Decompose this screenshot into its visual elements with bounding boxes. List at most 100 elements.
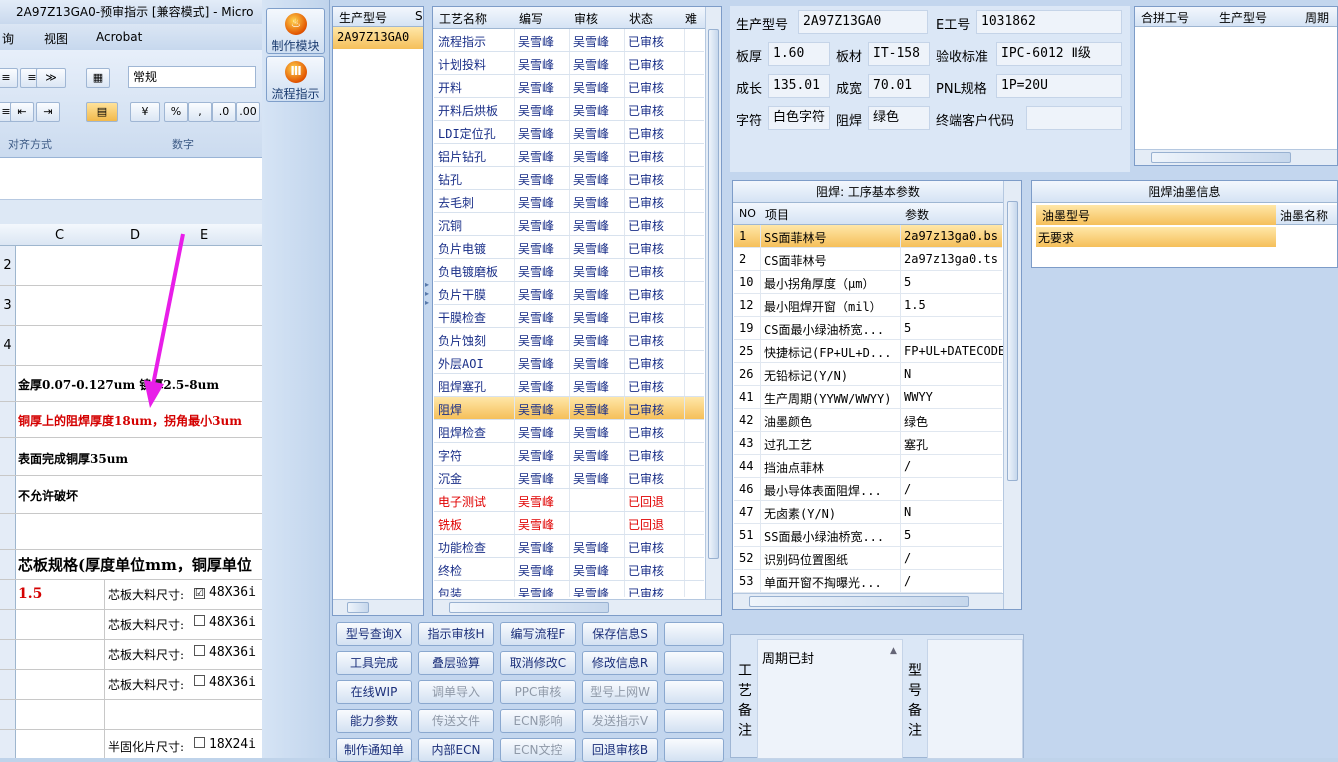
process-row[interactable]: 负片蚀刻 吴雪峰 吴雪峰 已审核 [434, 328, 704, 351]
action-button[interactable]: ECN文控 [500, 738, 576, 762]
header-difficulty[interactable]: 难 [685, 10, 697, 27]
model-list-item[interactable]: 2A97Z13GA0 [333, 27, 423, 49]
scroll-thumb[interactable] [449, 602, 609, 613]
action-button[interactable] [664, 738, 724, 762]
action-button[interactable] [664, 651, 724, 675]
header-combined-cycle[interactable]: 周期 [1305, 9, 1329, 26]
action-button[interactable]: 在线WIP [336, 680, 412, 704]
field-length[interactable]: 135.01 [768, 74, 830, 98]
param-row[interactable]: 41 生产周期(YYWW/WWYY) WWYY [734, 386, 1002, 409]
process-row[interactable]: 去毛刺 吴雪峰 吴雪峰 已审核 [434, 190, 704, 213]
params-hscrollbar[interactable] [733, 593, 1003, 609]
param-row[interactable]: 46 最小导体表面阻焊... / [734, 478, 1002, 501]
field-material[interactable]: IT-158 [868, 42, 930, 66]
action-button[interactable]: 能力参数 [336, 709, 412, 733]
ink-row[interactable]: 无要求 [1036, 227, 1276, 247]
scroll-thumb[interactable] [1007, 201, 1018, 481]
action-button[interactable]: 型号上网W [582, 680, 658, 704]
process-row[interactable]: 干膜检查 吴雪峰 吴雪峰 已审核 [434, 305, 704, 328]
process-guide-button[interactable]: Ⅲ 流程指示 [266, 56, 325, 102]
action-button[interactable]: 修改信息R [582, 651, 658, 675]
action-button[interactable] [664, 709, 724, 733]
field-e-no[interactable]: 1031862 [976, 10, 1122, 34]
process-row[interactable]: 开料 吴雪峰 吴雪峰 已审核 [434, 75, 704, 98]
action-button[interactable]: 保存信息S [582, 622, 658, 646]
param-row[interactable]: 10 最小拐角厚度（μm） 5 [734, 271, 1002, 294]
header-param[interactable]: 参数 [905, 206, 929, 223]
process-row[interactable]: 包装 吴雪峰 吴雪峰 已审核 [434, 581, 704, 597]
param-row[interactable]: 47 无卤素(Y/N) N [734, 501, 1002, 524]
process-row[interactable]: 铣板 吴雪峰 已回退 [434, 512, 704, 535]
process-grid-vscrollbar[interactable] [705, 7, 721, 599]
process-row[interactable]: 铝片钻孔 吴雪峰 吴雪峰 已审核 [434, 144, 704, 167]
param-row[interactable]: 2 CS面菲林号 2a97z13ga0.ts [734, 248, 1002, 271]
action-button[interactable]: 工具完成 [336, 651, 412, 675]
process-row[interactable]: 阻焊检查 吴雪峰 吴雪峰 已审核 [434, 420, 704, 443]
header-combined-model[interactable]: 生产型号 [1219, 9, 1267, 26]
action-button[interactable]: 回退审核B [582, 738, 658, 762]
action-button[interactable]: 发送指示V [582, 709, 658, 733]
action-button[interactable]: 调单导入 [418, 680, 494, 704]
process-row[interactable]: 功能检查 吴雪峰 吴雪峰 已审核 [434, 535, 704, 558]
param-row[interactable]: 44 挡油点菲林 / [734, 455, 1002, 478]
header-reviewer[interactable]: 审核 [574, 10, 598, 27]
process-grid-hscrollbar[interactable] [433, 599, 721, 615]
process-row[interactable]: 钻孔 吴雪峰 吴雪峰 已审核 [434, 167, 704, 190]
process-row[interactable]: 阻焊塞孔 吴雪峰 吴雪峰 已审核 [434, 374, 704, 397]
param-row[interactable]: 43 过孔工艺 塞孔 [734, 432, 1002, 455]
process-row[interactable]: 流程指示 吴雪峰 吴雪峰 已审核 [434, 29, 704, 52]
model-remark-textarea[interactable] [927, 639, 1023, 759]
process-row[interactable]: 负片电镀 吴雪峰 吴雪峰 已审核 [434, 236, 704, 259]
header-no[interactable]: NO [739, 207, 756, 220]
field-solder-mask[interactable]: 绿色 [868, 106, 930, 130]
action-button[interactable]: 制作通知单 [336, 738, 412, 762]
header-s[interactable]: S [415, 9, 423, 23]
param-row[interactable]: 25 快捷标记(FP+UL+D... FP+UL+DATECODE [734, 340, 1003, 363]
process-row[interactable]: LDI定位孔 吴雪峰 吴雪峰 已审核 [434, 121, 704, 144]
field-board-thickness[interactable]: 1.60 [768, 42, 830, 66]
process-row[interactable]: 终检 吴雪峰 吴雪峰 已审核 [434, 558, 704, 581]
ink-header-name[interactable]: 油墨名称 [1276, 205, 1337, 225]
param-row[interactable]: 42 油墨颜色 绿色 [734, 409, 1002, 432]
field-pnl[interactable]: 1P=20U [996, 74, 1122, 98]
header-item[interactable]: 项目 [765, 206, 789, 223]
scroll-up-icon[interactable]: ▲ [890, 646, 897, 656]
param-row[interactable]: 26 无铅标记(Y/N) N [734, 363, 1002, 386]
process-row[interactable]: 计划投料 吴雪峰 吴雪峰 已审核 [434, 52, 704, 75]
splitter-handle[interactable]: ▸ ▸ ▸ [425, 280, 431, 340]
action-button[interactable]: 取消修改C [500, 651, 576, 675]
action-button[interactable]: 叠层验算 [418, 651, 494, 675]
param-row[interactable]: 52 识别码位置图纸 / [734, 547, 1002, 570]
process-row[interactable]: 阻焊 吴雪峰 吴雪峰 已审核 [434, 397, 704, 420]
field-prod-model[interactable]: 2A97Z13GA0 [798, 10, 928, 34]
header-writer[interactable]: 编写 [519, 10, 543, 27]
action-button[interactable]: 内部ECN [418, 738, 494, 762]
action-button[interactable]: 型号查询X [336, 622, 412, 646]
action-button[interactable]: 传送文件 [418, 709, 494, 733]
ink-header-model[interactable]: 油墨型号 [1036, 205, 1276, 225]
param-row[interactable]: 51 SS面最小绿油桥宽... 5 [734, 524, 1002, 547]
header-process-name[interactable]: 工艺名称 [439, 10, 487, 27]
param-row[interactable]: 19 CS面最小绿油桥宽... 5 [734, 317, 1002, 340]
scroll-thumb[interactable] [347, 602, 369, 613]
process-row[interactable]: 负片干膜 吴雪峰 吴雪峰 已审核 [434, 282, 704, 305]
process-remark-textarea[interactable]: 周期已封 ▲ [757, 639, 903, 759]
field-end-customer[interactable] [1026, 106, 1122, 130]
field-acceptance-std[interactable]: IPC-6012 Ⅱ级 [996, 42, 1122, 66]
process-row[interactable]: 电子测试 吴雪峰 已回退 [434, 489, 704, 512]
header-prod-model[interactable]: 生产型号 [339, 9, 387, 26]
scroll-thumb[interactable] [749, 596, 969, 607]
process-row[interactable]: 负电镀磨板 吴雪峰 吴雪峰 已审核 [434, 259, 704, 282]
action-button[interactable]: 编写流程F [500, 622, 576, 646]
header-status[interactable]: 状态 [629, 10, 653, 27]
process-row[interactable]: 外层AOI 吴雪峰 吴雪峰 已审核 [434, 351, 704, 374]
process-row[interactable]: 沉金 吴雪峰 吴雪峰 已审核 [434, 466, 704, 489]
header-combined-no[interactable]: 合拼工号 [1141, 9, 1189, 26]
field-character[interactable]: 白色字符 [768, 106, 830, 130]
scroll-thumb[interactable] [708, 29, 719, 559]
action-button[interactable] [664, 622, 724, 646]
process-row[interactable]: 开料后烘板 吴雪峰 吴雪峰 已审核 [434, 98, 704, 121]
param-row[interactable]: 53 单面开窗不掏曝光... / [734, 570, 1002, 593]
make-module-button[interactable]: ♨ 制作模块 [266, 8, 325, 54]
params-vscrollbar[interactable] [1003, 181, 1021, 609]
